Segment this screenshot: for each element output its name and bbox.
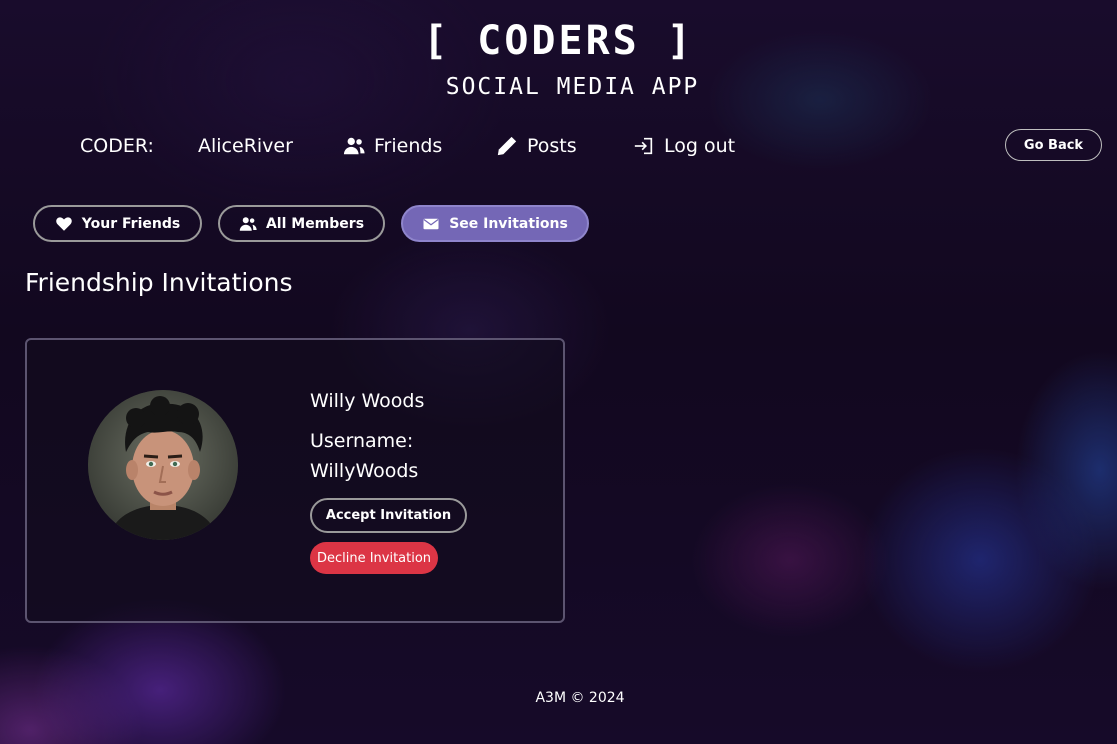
nav-friends-link[interactable]: Friends: [343, 130, 442, 162]
pencil-icon: [496, 135, 518, 157]
tab-your-friends[interactable]: Your Friends: [33, 205, 202, 242]
nav-posts-link[interactable]: Posts: [496, 130, 577, 162]
tab-your-friends-label: Your Friends: [81, 215, 181, 232]
current-username-text: AliceRiver: [198, 135, 293, 157]
invitation-username: WillyWoods: [310, 460, 419, 482]
tab-all-members[interactable]: All Members: [218, 205, 385, 242]
avatar: [88, 390, 238, 540]
invitation-username-label: Username:: [310, 430, 414, 452]
sign-out-icon: [633, 135, 655, 157]
heart-icon: [55, 215, 73, 233]
footer-copyright: A3M © 2024: [535, 690, 625, 706]
invitation-card: Willy Woods Username: WillyWoods Accept …: [25, 338, 565, 623]
tab-see-invitations-label: See Invitations: [449, 215, 568, 232]
site-title: [ CODERS ]: [423, 18, 694, 64]
page-title: Friendship Invitations: [25, 268, 293, 297]
users-icon: [343, 135, 365, 157]
accept-invitation-button[interactable]: Accept Invitation: [310, 498, 467, 533]
envelope-icon: [422, 215, 440, 233]
nav-posts-label: Posts: [527, 135, 577, 157]
invitation-name: Willy Woods: [310, 390, 425, 412]
tab-see-invitations[interactable]: See Invitations: [401, 205, 589, 242]
nav-friends-label: Friends: [374, 135, 443, 157]
current-username[interactable]: AliceRiver: [198, 130, 293, 162]
go-back-button[interactable]: Go Back: [1005, 129, 1102, 161]
coder-label-text: CODER:: [80, 135, 154, 157]
nav-logout-label: Log out: [664, 135, 736, 157]
invitation-username-block: Username: WillyWoods: [310, 426, 510, 486]
nav-logout-link[interactable]: Log out: [633, 130, 735, 162]
users-icon: [239, 215, 257, 233]
site-subtitle: SOCIAL MEDIA APP: [445, 74, 700, 100]
decline-invitation-button[interactable]: Decline Invitation: [310, 542, 438, 574]
tab-all-members-label: All Members: [265, 215, 365, 232]
coder-label: CODER:: [80, 130, 154, 162]
